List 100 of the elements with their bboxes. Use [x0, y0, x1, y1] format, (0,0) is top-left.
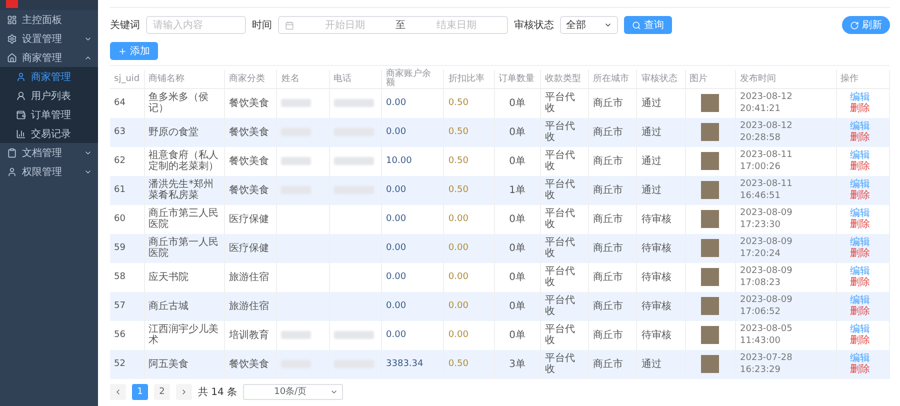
refresh-button[interactable]: 刷新: [842, 16, 890, 34]
table-cell: 待审核: [641, 330, 672, 340]
calendar-icon: [285, 20, 294, 30]
chevron-right-icon: [180, 388, 188, 396]
delete-link[interactable]: 删除: [850, 132, 870, 143]
table-cell: 3单: [509, 358, 526, 370]
edit-link[interactable]: 编辑: [850, 121, 870, 132]
table-cell: 商丘市: [593, 214, 624, 224]
delete-link[interactable]: 删除: [850, 277, 870, 288]
table-cell: 商丘市: [593, 156, 624, 166]
table-cell: 57: [114, 301, 126, 311]
sidebar-subitem[interactable]: 商家管理: [0, 67, 98, 86]
sidebar-item[interactable]: 权限管理: [0, 162, 98, 181]
table-cell: 0单: [509, 242, 526, 254]
page-size-select[interactable]: 10条/页: [243, 384, 344, 400]
table-cell: 餐饮美食: [229, 126, 270, 138]
delete-link[interactable]: 删除: [850, 306, 870, 317]
table-cell: 待审核: [641, 300, 672, 312]
table-cell: 鱼多米多（侯记）: [148, 92, 209, 114]
add-button[interactable]: 添加: [110, 42, 158, 60]
table-cell: 商丘古城: [148, 300, 189, 312]
table-cell: 56: [114, 330, 126, 340]
edit-link[interactable]: 编辑: [850, 92, 870, 104]
page-button[interactable]: 1: [132, 384, 148, 400]
search-icon: [632, 20, 641, 30]
photo-placeholder: [701, 210, 720, 228]
sidebar-item[interactable]: 主控面板: [0, 10, 98, 29]
wallet-icon: [16, 110, 26, 120]
table-cell: 通过: [641, 98, 662, 109]
table-cell: 商丘市: [593, 358, 624, 370]
clipboard-icon: [7, 148, 17, 158]
table-cell: 61: [114, 185, 126, 195]
edit-link[interactable]: 编辑: [850, 353, 870, 364]
photo-placeholder: [701, 123, 720, 141]
delete-link[interactable]: 删除: [850, 248, 870, 259]
chart-icon: [16, 128, 26, 138]
status-label: 审核状态: [514, 18, 554, 32]
table-cell: 0单: [509, 300, 526, 312]
table-cell: 旅游住宿: [229, 300, 270, 312]
delete-link[interactable]: 删除: [850, 219, 870, 230]
table-cell: 通过: [641, 156, 662, 166]
blurred-phone: [334, 331, 374, 339]
photo-placeholder: [701, 297, 720, 315]
table-cell: 0.00: [386, 301, 406, 311]
table-cell: 0.50: [448, 127, 468, 137]
sidebar-subitem[interactable]: 用户列表: [0, 86, 98, 105]
table-cell: 平台代收: [544, 324, 575, 346]
sidebar-subitem[interactable]: 订单管理: [0, 105, 98, 124]
table-cell: 52: [114, 359, 126, 369]
table-cell: 10.00: [386, 156, 412, 166]
photo-placeholder: [701, 239, 720, 257]
user-icon: [16, 90, 26, 100]
keyword-field[interactable]: 请输入内容: [146, 16, 246, 34]
sidebar-item[interactable]: 设置管理: [0, 29, 98, 48]
delete-link[interactable]: 删除: [850, 190, 870, 201]
delete-link[interactable]: 删除: [850, 103, 870, 114]
table-cell: 1单: [509, 184, 526, 196]
table-cell: 医疗保健: [229, 242, 270, 254]
logo-icon: [6, 0, 18, 8]
table-cell: 2023-08-12 20:41:21: [740, 92, 792, 114]
person-icon: [7, 166, 17, 176]
status-select[interactable]: 全部: [560, 16, 618, 34]
edit-link[interactable]: 编辑: [850, 208, 870, 219]
table-cell: 平台代收: [544, 208, 575, 230]
table-cell: 0.00: [448, 272, 468, 282]
table-cell: 0.00: [386, 243, 406, 253]
edit-link[interactable]: 编辑: [850, 266, 870, 277]
edit-link[interactable]: 编辑: [850, 179, 870, 190]
date-range-field[interactable]: 开始日期 至 结束日期: [278, 16, 508, 34]
edit-link[interactable]: 编辑: [850, 295, 870, 306]
dashboard-icon: [7, 14, 17, 24]
sidebar-item[interactable]: 商家管理: [0, 48, 98, 67]
table-cell: 0.00: [386, 330, 406, 340]
table-cell: 应天书院: [148, 272, 189, 282]
table-cell: 通过: [641, 184, 662, 196]
delete-link[interactable]: 删除: [850, 161, 870, 172]
edit-link[interactable]: 编辑: [850, 324, 870, 335]
sidebar-subitem[interactable]: 交易记录: [0, 124, 98, 143]
edit-link[interactable]: 编辑: [850, 237, 870, 248]
table-cell: 阿五美食: [148, 358, 189, 370]
table-cell: 通过: [641, 358, 662, 370]
chevron-down-icon: [604, 21, 612, 29]
table-cell: 餐饮美食: [229, 184, 270, 196]
total-count: 共 14 条: [198, 386, 238, 398]
prev-page-button[interactable]: [110, 384, 126, 400]
table-cell: 0.00: [386, 272, 406, 282]
table-cell: 0单: [509, 126, 526, 138]
page-button[interactable]: 2: [154, 384, 170, 400]
photo-placeholder: [701, 94, 720, 112]
sidebar-item[interactable]: 文档管理: [0, 143, 98, 162]
table-cell: 2023-08-05 11:43:00: [740, 324, 792, 346]
table-cell: 医疗保健: [229, 214, 270, 224]
edit-link[interactable]: 编辑: [850, 150, 870, 161]
delete-link[interactable]: 删除: [850, 335, 870, 346]
table-cell: 平台代收: [544, 150, 575, 172]
delete-link[interactable]: 删除: [850, 364, 870, 375]
table-cell: 62: [114, 156, 126, 166]
next-page-button[interactable]: [176, 384, 192, 400]
table-cell: 2023-08-12 20:28:58: [740, 121, 792, 143]
search-button[interactable]: 查询: [624, 16, 672, 34]
